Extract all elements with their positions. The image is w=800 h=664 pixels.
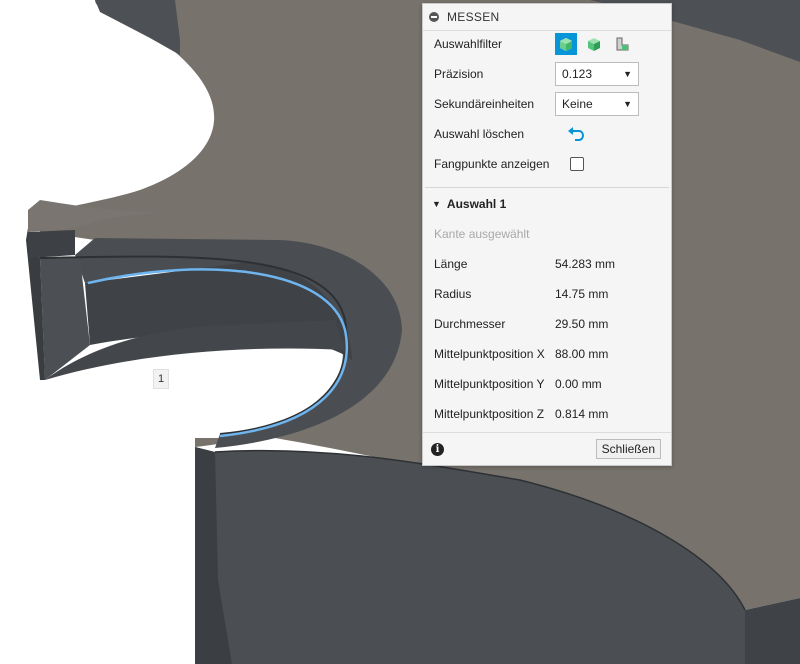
- measurement-label: Länge: [434, 257, 468, 271]
- selection-status: Kante ausgewählt: [434, 227, 530, 241]
- measurement-row: Mittelpunktposition Z 0.814 mm: [434, 402, 661, 426]
- measurement-label: Durchmesser: [434, 317, 506, 331]
- divider: [425, 187, 669, 188]
- measurement-row: Mittelpunktposition X 88.00 mm: [434, 342, 661, 366]
- info-icon[interactable]: i: [431, 442, 444, 456]
- undo-arrow-icon[interactable]: [567, 126, 585, 142]
- measurement-value: 29.50 mm: [555, 317, 609, 331]
- collapse-icon[interactable]: [429, 12, 439, 22]
- chevron-down-icon: ▼: [623, 69, 632, 79]
- filter-edge-icon[interactable]: [611, 33, 633, 55]
- precision-value: 0.123: [562, 67, 593, 81]
- secondary-units-label: Sekundäreinheiten: [434, 97, 535, 111]
- selection-section-title: Auswahl 1: [446, 197, 507, 211]
- measurement-row: Mittelpunktposition Y 0.00 mm: [434, 372, 661, 396]
- measurement-value: 0.00 mm: [555, 377, 602, 391]
- dialog-header: MESSEN: [423, 4, 671, 31]
- dialog-footer: i Schließen: [423, 432, 671, 465]
- selection-section-header[interactable]: ▼ Auswahl 1: [432, 197, 506, 211]
- filter-face-icon[interactable]: [583, 33, 605, 55]
- measurement-row: Radius 14.75 mm: [434, 282, 661, 306]
- measurement-row: Länge 54.283 mm: [434, 252, 661, 276]
- measurement-value: 88.00 mm: [555, 347, 609, 361]
- measurement-label: Mittelpunktposition Y: [434, 377, 545, 391]
- part-wall-top-slot[interactable]: [95, 0, 180, 55]
- 3d-viewport[interactable]: [0, 0, 800, 664]
- row-precision: Präzision 0.123 ▼: [434, 62, 661, 86]
- measurement-value: 54.283 mm: [555, 257, 616, 271]
- chevron-down-icon: ▼: [623, 99, 632, 109]
- measurement-value: 0.814 mm: [555, 407, 609, 421]
- selection-marker-label: 1: [153, 369, 169, 389]
- precision-label: Präzision: [434, 67, 484, 81]
- selection-filter-label: Auswahlfilter: [434, 37, 503, 51]
- snap-points-label: Fangpunkte anzeigen: [434, 157, 550, 171]
- row-selection-filter: Auswahlfilter: [434, 32, 661, 56]
- measurement-label: Mittelpunktposition Z: [434, 407, 545, 421]
- precision-dropdown[interactable]: 0.123 ▼: [555, 62, 639, 86]
- row-clear-selection: Auswahl löschen: [434, 122, 661, 146]
- secondary-units-value: Keine: [562, 97, 593, 111]
- measure-dialog: MESSEN Auswahlfilter Präzision 0.123 ▼ S…: [422, 3, 672, 466]
- filter-body-icon[interactable]: [555, 33, 577, 55]
- dialog-title: MESSEN: [447, 10, 500, 24]
- row-snap-points: Fangpunkte anzeigen: [434, 152, 661, 176]
- snap-points-checkbox[interactable]: [570, 157, 584, 171]
- measurement-label: Radius: [434, 287, 472, 301]
- measurement-label: Mittelpunktposition X: [434, 347, 545, 361]
- secondary-units-dropdown[interactable]: Keine ▼: [555, 92, 639, 116]
- expand-triangle-icon[interactable]: ▼: [432, 199, 441, 209]
- row-secondary-units: Sekundäreinheiten Keine ▼: [434, 92, 661, 116]
- measurement-row: Durchmesser 29.50 mm: [434, 312, 661, 336]
- close-button[interactable]: Schließen: [595, 439, 661, 459]
- clear-selection-label: Auswahl löschen: [434, 127, 525, 141]
- measurement-value: 14.75 mm: [555, 287, 609, 301]
- row-selection-status: Kante ausgewählt: [434, 222, 661, 246]
